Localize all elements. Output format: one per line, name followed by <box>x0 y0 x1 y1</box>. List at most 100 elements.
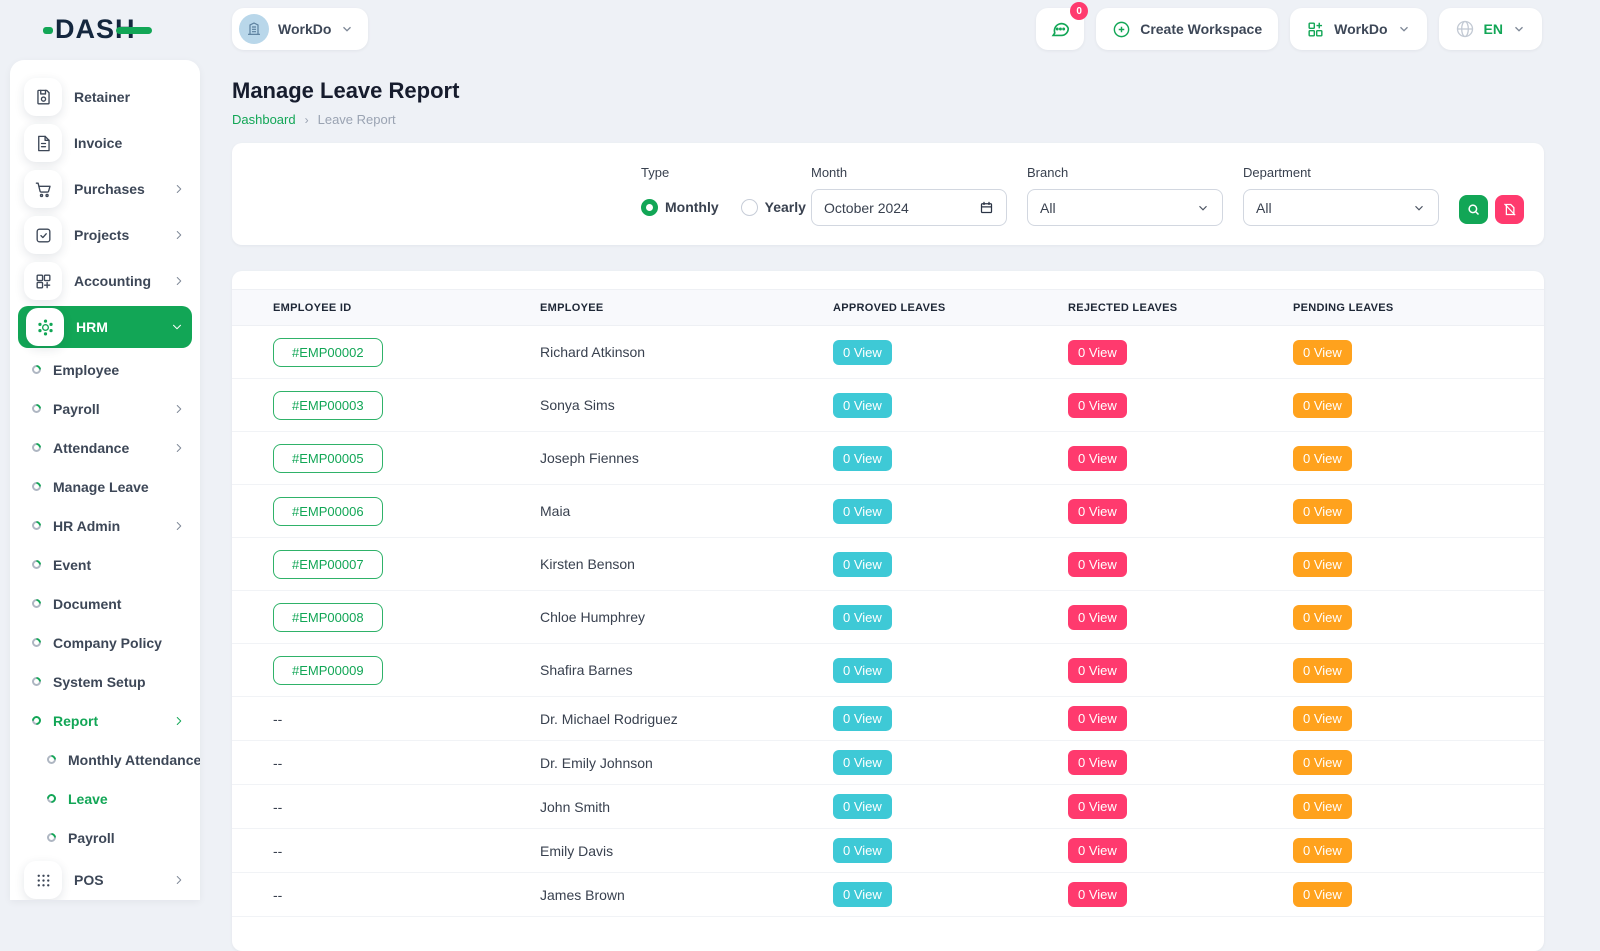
sidebar-item-invoice[interactable]: Invoice <box>16 120 194 166</box>
employee-name: John Smith <box>519 799 812 815</box>
messages-button[interactable]: 0 <box>1036 8 1084 50</box>
sidebar-item-document[interactable]: Document <box>16 584 194 623</box>
sidebar-item-label: Company Policy <box>53 635 186 651</box>
topbar: DASH WorkDo 0 Create Workspace WorkDo EN <box>0 0 1600 58</box>
rejected-leaves-view-button[interactable]: 0 View <box>1068 706 1127 731</box>
bullet-icon <box>30 597 43 610</box>
month-input[interactable]: October 2024 <box>811 189 1007 226</box>
employee-id-badge[interactable]: #EMP00003 <box>273 391 383 420</box>
sidebar-item-system-setup[interactable]: System Setup <box>16 662 194 701</box>
leave-report-table: Employee ID Employee Approved Leaves Rej… <box>232 271 1544 951</box>
pending-leaves-view-button[interactable]: 0 View <box>1293 882 1352 907</box>
radio-monthly-circle[interactable] <box>641 199 658 216</box>
employee-id-badge[interactable]: #EMP00005 <box>273 444 383 473</box>
sidebar-item-attendance[interactable]: Attendance <box>16 428 194 467</box>
approved-leaves-view-button[interactable]: 0 View <box>833 393 892 418</box>
breadcrumb-current: Leave Report <box>318 112 396 127</box>
approved-leaves-view-button[interactable]: 0 View <box>833 446 892 471</box>
rejected-leaves-view-button[interactable]: 0 View <box>1068 499 1127 524</box>
workspace-switcher[interactable]: WorkDo <box>232 8 368 50</box>
approved-leaves-view-button[interactable]: 0 View <box>833 706 892 731</box>
table-row: -- Dr. Michael Rodriguez 0 View 0 View 0… <box>232 697 1544 741</box>
sidebar-item-hr-admin[interactable]: HR Admin <box>16 506 194 545</box>
workdo-apps-menu[interactable]: WorkDo <box>1290 8 1426 50</box>
radio-monthly[interactable]: Monthly <box>641 199 719 216</box>
sidebar-item-monthly-attendance[interactable]: Monthly Attendance <box>16 740 194 779</box>
bullet-icon <box>30 519 43 532</box>
logo-dot-accent <box>43 27 53 34</box>
app-logo[interactable]: DASH <box>0 16 232 43</box>
pending-leaves-view-button[interactable]: 0 View <box>1293 838 1352 863</box>
rejected-leaves-view-button[interactable]: 0 View <box>1068 794 1127 819</box>
pending-leaves-view-button[interactable]: 0 View <box>1293 393 1352 418</box>
sidebar-item-hrm[interactable]: HRM <box>18 306 192 348</box>
approved-leaves-view-button[interactable]: 0 View <box>833 882 892 907</box>
breadcrumb-dashboard-link[interactable]: Dashboard <box>232 112 296 127</box>
pending-leaves-view-button[interactable]: 0 View <box>1293 706 1352 731</box>
chevron-right-icon <box>172 228 186 242</box>
sidebar-item-company-policy[interactable]: Company Policy <box>16 623 194 662</box>
sidebar-item-label: Invoice <box>74 135 186 151</box>
branch-select[interactable]: All <box>1027 189 1223 226</box>
pending-leaves-view-button[interactable]: 0 View <box>1293 750 1352 775</box>
sidebar-item-manage-leave[interactable]: Manage Leave <box>16 467 194 506</box>
employee-name: Joseph Fiennes <box>519 450 812 466</box>
department-select[interactable]: All <box>1243 189 1439 226</box>
radio-yearly[interactable]: Yearly <box>741 199 806 216</box>
pending-leaves-view-button[interactable]: 0 View <box>1293 605 1352 630</box>
rejected-leaves-view-button[interactable]: 0 View <box>1068 446 1127 471</box>
rejected-leaves-view-button[interactable]: 0 View <box>1068 393 1127 418</box>
workspace-avatar <box>239 14 269 44</box>
approved-leaves-view-button[interactable]: 0 View <box>833 605 892 630</box>
chevron-right-icon <box>172 519 186 533</box>
rejected-leaves-view-button[interactable]: 0 View <box>1068 340 1127 365</box>
sidebar-item-report[interactable]: Report <box>16 701 194 740</box>
rejected-leaves-view-button[interactable]: 0 View <box>1068 552 1127 577</box>
approved-leaves-view-button[interactable]: 0 View <box>833 838 892 863</box>
employee-id-badge[interactable]: #EMP00007 <box>273 550 383 579</box>
chevron-right-icon <box>172 274 186 288</box>
reset-filter-button[interactable] <box>1495 195 1524 224</box>
sidebar-item-payroll-report[interactable]: Payroll <box>16 818 194 857</box>
radio-yearly-circle[interactable] <box>741 199 758 216</box>
apply-filter-button[interactable] <box>1459 195 1488 224</box>
employee-id-badge[interactable]: #EMP00008 <box>273 603 383 632</box>
approved-leaves-view-button[interactable]: 0 View <box>833 552 892 577</box>
sidebar-item-accounting[interactable]: Accounting <box>16 258 194 304</box>
approved-leaves-view-button[interactable]: 0 View <box>833 658 892 683</box>
bullet-icon <box>30 480 43 493</box>
pending-leaves-view-button[interactable]: 0 View <box>1293 794 1352 819</box>
rejected-leaves-view-button[interactable]: 0 View <box>1068 605 1127 630</box>
rejected-leaves-view-button[interactable]: 0 View <box>1068 838 1127 863</box>
language-selector[interactable]: EN <box>1439 8 1542 50</box>
pending-leaves-view-button[interactable]: 0 View <box>1293 552 1352 577</box>
sidebar-item-pos[interactable]: POS <box>16 857 194 900</box>
rejected-leaves-view-button[interactable]: 0 View <box>1068 882 1127 907</box>
employee-id-badge[interactable]: #EMP00002 <box>273 338 383 367</box>
pending-leaves-view-button[interactable]: 0 View <box>1293 446 1352 471</box>
sidebar-item-projects[interactable]: Projects <box>16 212 194 258</box>
sidebar-item-retainer[interactable]: Retainer <box>16 74 194 120</box>
approved-leaves-view-button[interactable]: 0 View <box>833 499 892 524</box>
sidebar-item-event[interactable]: Event <box>16 545 194 584</box>
rejected-leaves-view-button[interactable]: 0 View <box>1068 658 1127 683</box>
approved-leaves-view-button[interactable]: 0 View <box>833 794 892 819</box>
sidebar-item-leave[interactable]: Leave <box>16 779 194 818</box>
sidebar-item-label: Purchases <box>74 181 160 197</box>
sidebar-item-label: Retainer <box>74 89 186 105</box>
pending-leaves-view-button[interactable]: 0 View <box>1293 340 1352 365</box>
approved-leaves-view-button[interactable]: 0 View <box>833 750 892 775</box>
chevron-right-icon <box>172 228 186 242</box>
sidebar-item-payroll[interactable]: Payroll <box>16 389 194 428</box>
rejected-leaves-view-button[interactable]: 0 View <box>1068 750 1127 775</box>
pending-leaves-view-button[interactable]: 0 View <box>1293 499 1352 524</box>
sidebar-item-employee[interactable]: Employee <box>16 350 194 389</box>
approved-leaves-view-button[interactable]: 0 View <box>833 340 892 365</box>
create-workspace-button[interactable]: Create Workspace <box>1096 8 1278 50</box>
retainer-icon <box>24 78 62 116</box>
sidebar-item-label: Payroll <box>68 830 186 846</box>
sidebar-item-purchases[interactable]: Purchases <box>16 166 194 212</box>
employee-id-badge[interactable]: #EMP00009 <box>273 656 383 685</box>
pending-leaves-view-button[interactable]: 0 View <box>1293 658 1352 683</box>
employee-id-badge[interactable]: #EMP00006 <box>273 497 383 526</box>
